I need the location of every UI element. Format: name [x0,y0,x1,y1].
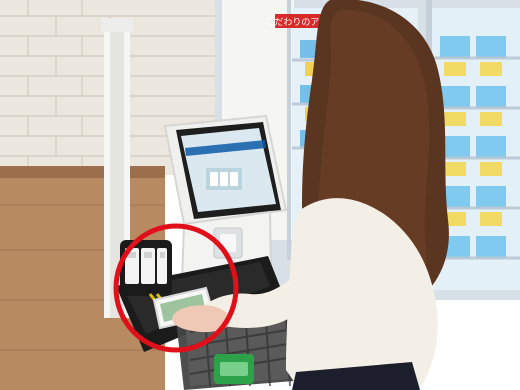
scene: こだわりのアイス [0,0,520,390]
